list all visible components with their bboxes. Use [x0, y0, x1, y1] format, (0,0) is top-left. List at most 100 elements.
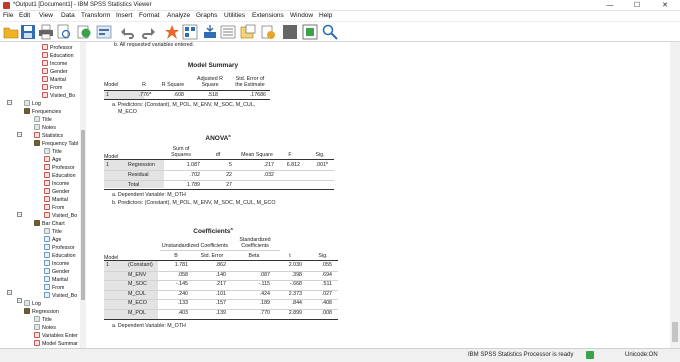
menu-edit[interactable]: Edit: [19, 12, 30, 19]
collapse-icon[interactable]: −: [17, 212, 22, 217]
hide-icon[interactable]: [282, 24, 298, 40]
outline-item[interactable]: Title: [34, 316, 52, 324]
outline-item[interactable]: Notes: [34, 124, 56, 132]
redo-icon[interactable]: [140, 24, 156, 40]
outline-item[interactable]: Visited_Bo: [42, 92, 75, 100]
show-all-icon[interactable]: [220, 24, 236, 40]
page-icon: [34, 124, 40, 130]
outline-item[interactable]: Statistics: [34, 132, 63, 140]
outline-item[interactable]: Visited_Bo: [44, 292, 77, 300]
outline-item[interactable]: Regression: [24, 308, 59, 316]
outline-item[interactable]: Gender: [44, 268, 70, 276]
menu-extensions[interactable]: Extensions: [252, 12, 284, 19]
output-scrollbar[interactable]: [670, 42, 680, 348]
outline-item[interactable]: Frequency Tabl: [34, 140, 78, 148]
outline-item[interactable]: Professor: [44, 164, 75, 172]
outline-item[interactable]: Professor: [44, 244, 75, 252]
find-icon[interactable]: [322, 24, 338, 40]
ms-r-superscript: a: [149, 90, 152, 95]
outline-item[interactable]: Education: [44, 172, 76, 180]
table-icon: [42, 52, 48, 58]
print-preview-icon[interactable]: [56, 24, 72, 40]
menu-view[interactable]: View: [39, 12, 53, 19]
table-icon: [42, 60, 48, 66]
maximize-button[interactable]: ☐: [627, 1, 647, 10]
collapse-icon[interactable]: −: [17, 132, 22, 137]
recall-dialog-icon[interactable]: [96, 24, 112, 40]
menu-insert[interactable]: Insert: [116, 12, 132, 19]
menu-bar: File Edit View Data Transform Insert For…: [0, 11, 680, 22]
menu-format[interactable]: Format: [139, 12, 160, 19]
outline-item[interactable]: Gender: [42, 68, 68, 76]
outline-item[interactable]: Model Summar: [34, 340, 78, 348]
output-scroll-thumb[interactable]: [672, 322, 678, 342]
outline-item[interactable]: Title: [34, 116, 52, 124]
outline-scrollbar[interactable]: [80, 42, 86, 348]
goto-case-icon[interactable]: [182, 24, 198, 40]
outline-item-label: Title: [42, 117, 52, 123]
outline-item[interactable]: Frequencies: [24, 108, 61, 116]
outline-item[interactable]: From: [44, 204, 64, 212]
outline-scroll-thumb[interactable]: [81, 130, 85, 300]
goto-data-icon[interactable]: [164, 24, 180, 40]
coef-cell: .157: [215, 300, 226, 306]
outline-item[interactable]: Title: [44, 228, 62, 236]
menu-transform[interactable]: Transform: [81, 12, 110, 19]
outline-item[interactable]: Variables Enter: [34, 332, 78, 340]
minimize-button[interactable]: —: [600, 1, 620, 10]
outline-item[interactable]: Notes: [34, 324, 56, 332]
output-pane[interactable]: b. All requested variables entered. Mode…: [88, 42, 670, 348]
outline-item[interactable]: Gender: [44, 188, 70, 196]
menu-utilities[interactable]: Utilities: [224, 12, 245, 19]
outline-item[interactable]: Marital: [44, 196, 68, 204]
outline-item[interactable]: Bar Chart: [34, 220, 65, 228]
undo-icon[interactable]: [120, 24, 136, 40]
save-icon[interactable]: [20, 24, 36, 40]
ms-col-model: Model: [104, 82, 119, 88]
coef-cell: .511: [322, 281, 332, 287]
collapse-icon[interactable]: −: [17, 298, 22, 303]
menu-graphs[interactable]: Graphs: [196, 12, 217, 19]
outline-item[interactable]: Log: [24, 100, 41, 108]
menu-window[interactable]: Window: [290, 12, 313, 19]
outline-item[interactable]: Professor: [42, 44, 73, 52]
coef-cell: 2.373: [288, 290, 302, 297]
outline-item[interactable]: Income: [44, 180, 69, 188]
outline-item[interactable]: Title: [44, 148, 62, 156]
outline-item[interactable]: Visited_Bo: [44, 212, 77, 220]
outline-item[interactable]: Income: [42, 60, 67, 68]
outline-pane[interactable]: − − − − − Professor Education Income Gender…: [0, 42, 86, 348]
print-icon[interactable]: [38, 24, 54, 40]
outline-item-label: Title: [52, 149, 62, 155]
outline-item[interactable]: Education: [42, 52, 74, 60]
menu-file[interactable]: File: [3, 12, 13, 19]
table-icon: [44, 188, 50, 194]
outline-item[interactable]: Income: [44, 260, 69, 268]
promote-icon[interactable]: [260, 24, 276, 40]
coefficients-title: Coefficientsa: [178, 226, 248, 235]
outline-item-label: Gender: [52, 269, 70, 275]
outline-item[interactable]: From: [42, 84, 62, 92]
outline-item-label: Notes: [42, 125, 56, 131]
table-icon: [42, 44, 48, 50]
menu-data[interactable]: Data: [61, 12, 75, 19]
outline-item[interactable]: Marital: [44, 276, 68, 284]
outline-item[interactable]: Log: [24, 300, 41, 308]
show-icon[interactable]: [302, 24, 318, 40]
menu-analyze[interactable]: Analyze: [167, 12, 190, 19]
outline-item[interactable]: Age: [44, 236, 61, 244]
designate-window-icon[interactable]: [240, 24, 256, 40]
collapse-icon[interactable]: −: [7, 290, 12, 295]
outline-item[interactable]: Education: [44, 252, 76, 260]
outline-item[interactable]: From: [44, 284, 64, 292]
outline-item[interactable]: Marital: [42, 76, 66, 84]
collapse-icon[interactable]: −: [7, 100, 12, 105]
export-icon[interactable]: [76, 24, 92, 40]
anova-col-f: F: [288, 152, 292, 158]
open-icon[interactable]: [3, 24, 19, 40]
menu-help[interactable]: Help: [319, 12, 332, 19]
book-icon: [24, 108, 30, 114]
outline-item[interactable]: Age: [44, 156, 61, 164]
close-button[interactable]: ✕: [655, 1, 675, 10]
variables-icon[interactable]: [202, 24, 218, 40]
